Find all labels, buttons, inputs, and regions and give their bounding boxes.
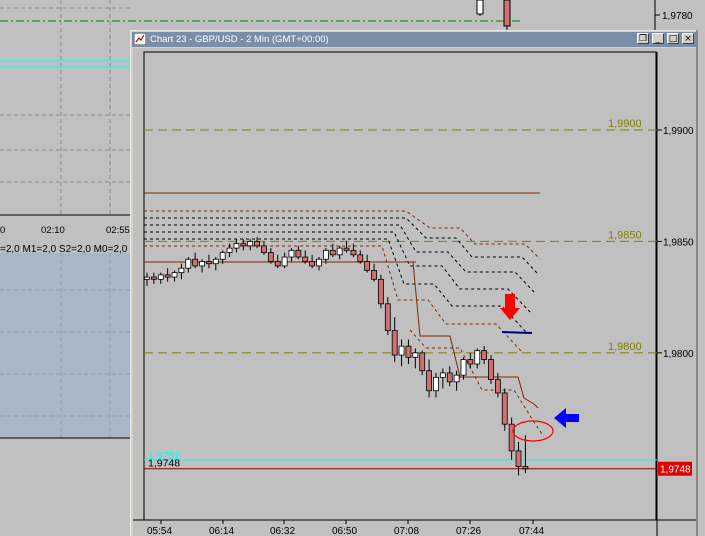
x-tick-label: 06:32	[270, 526, 295, 536]
background-indicator-status: =2,0 M1=2,0 S2=2,0 M0=2,0	[0, 244, 128, 255]
candle	[212, 258, 219, 265]
candle	[515, 450, 522, 467]
maximize-button[interactable]: □	[667, 33, 679, 44]
candle	[261, 245, 267, 253]
entry-line	[501, 331, 533, 334]
candle	[384, 303, 391, 331]
candle	[329, 249, 336, 256]
candle	[412, 352, 419, 358]
candle	[233, 243, 240, 249]
price-plot: 1,99001,98501,98001,97521,97481,99001,98…	[133, 51, 696, 536]
candle	[219, 252, 226, 260]
candle	[522, 466, 529, 470]
candle	[405, 345, 412, 358]
current-price-box-label: 1,9748	[660, 465, 691, 476]
candle	[426, 370, 432, 392]
candle	[460, 359, 467, 376]
candle	[446, 372, 453, 383]
candle	[501, 392, 508, 425]
y-tick-label: 1,9850	[663, 237, 694, 248]
candle	[378, 278, 384, 305]
candle	[391, 330, 398, 356]
candle	[185, 258, 192, 269]
y-tick-label: 1,9800	[663, 349, 694, 360]
candle	[309, 261, 316, 267]
x-tick-label: 07:26	[456, 526, 481, 536]
level-label: 1,9800	[608, 341, 642, 353]
candle	[357, 254, 364, 262]
candle	[350, 249, 357, 256]
candle	[364, 261, 371, 271]
candle	[206, 261, 212, 265]
candle	[398, 345, 405, 356]
chart-window-icon[interactable]	[134, 33, 146, 45]
plot-frame	[143, 51, 657, 521]
candle	[226, 247, 233, 253]
x-tick-label: 06:50	[332, 526, 357, 536]
candle	[281, 256, 288, 267]
candle	[488, 359, 494, 380]
candle	[240, 243, 247, 247]
candle	[481, 350, 488, 360]
svg-text:02:55: 02:55	[106, 225, 130, 236]
candle	[474, 350, 481, 365]
level-label: 1,9900	[608, 118, 642, 130]
current-price-label: 1,9748	[148, 458, 180, 470]
candle	[295, 249, 302, 258]
level-label: 1,9850	[608, 229, 642, 241]
candle	[144, 276, 150, 280]
candle	[288, 249, 295, 258]
svg-text:0: 0	[0, 225, 5, 236]
candle	[178, 267, 185, 274]
x-tick-label: 07:08	[394, 526, 419, 536]
minimize-button[interactable]: _	[652, 33, 664, 44]
candle	[433, 376, 439, 392]
y-tick-label: 1,9900	[663, 126, 694, 137]
candle	[336, 247, 343, 256]
candle	[322, 249, 329, 260]
candle	[150, 276, 157, 280]
candle	[247, 241, 254, 247]
candle	[199, 261, 205, 267]
background-price-label: 1,9780	[662, 11, 693, 22]
candle	[453, 374, 460, 383]
candle	[343, 247, 350, 251]
chart-window[interactable]: 1,99001,98501,98001,97521,97481,99001,98…	[130, 30, 698, 536]
candle	[192, 258, 199, 267]
x-tick-label: 06:14	[209, 526, 234, 536]
candle	[157, 274, 164, 280]
candle	[494, 379, 501, 394]
candle	[302, 256, 309, 262]
svg-text:02:10: 02:10	[41, 225, 65, 236]
candle	[467, 359, 474, 365]
candle	[439, 372, 446, 378]
close-button[interactable]: ×	[682, 33, 694, 44]
x-tick-label: 07:44	[519, 526, 544, 536]
candle	[267, 252, 274, 262]
restore-button[interactable]: ❐	[637, 33, 649, 44]
x-tick-label: 05:54	[147, 526, 172, 536]
candle	[164, 274, 171, 278]
candle	[254, 241, 260, 247]
candle	[419, 352, 426, 372]
candle	[171, 272, 178, 278]
candle	[274, 261, 281, 267]
candle	[371, 269, 377, 280]
window-title: Chart 23 - GBP/USD - 2 Min (GMT+00:00)	[150, 34, 329, 45]
candle	[316, 258, 322, 267]
